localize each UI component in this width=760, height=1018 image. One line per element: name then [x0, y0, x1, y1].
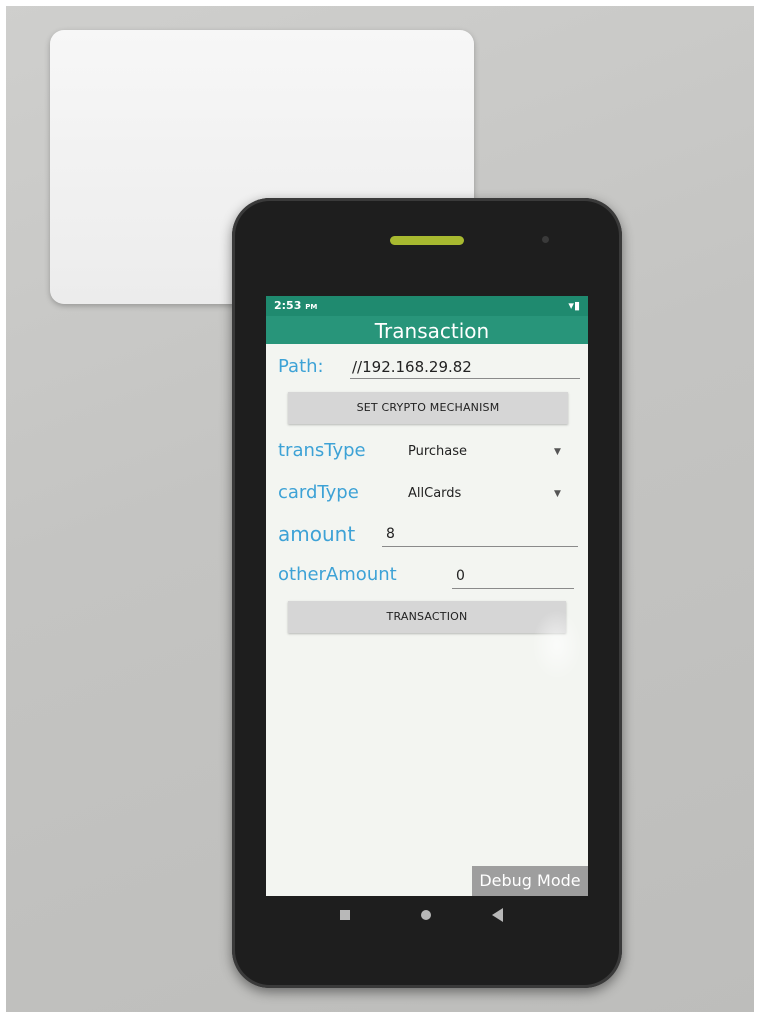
earpiece-speaker — [390, 236, 464, 245]
card-type-dropdown-arrow-icon[interactable]: ▼ — [554, 489, 561, 499]
trans-type-spinner[interactable]: Purchase — [408, 444, 467, 459]
transaction-button[interactable]: TRANSACTION — [288, 601, 566, 633]
page-title: Transaction — [374, 319, 490, 343]
trans-type-dropdown-arrow-icon[interactable]: ▼ — [554, 447, 561, 457]
debug-mode-button[interactable]: Debug Mode — [472, 866, 588, 896]
status-time: 2:53 PM — [274, 299, 318, 312]
set-crypto-mechanism-button[interactable]: SET CRYPTO MECHANISM — [288, 392, 568, 424]
wifi-battery-icon: ▾▮ — [568, 299, 580, 312]
square-icon[interactable] — [340, 910, 350, 920]
other-amount-input-underline — [452, 588, 574, 589]
front-camera-icon — [542, 236, 549, 243]
amount-input-underline — [382, 546, 578, 547]
trans-type-label: transType — [278, 440, 366, 461]
card-type-spinner[interactable]: AllCards — [408, 486, 461, 501]
card-type-label: cardType — [278, 482, 359, 503]
circle-icon[interactable] — [421, 910, 431, 920]
status-bar: 2:53 PM ▾▮ — [266, 296, 588, 316]
back-triangle-icon[interactable] — [492, 908, 503, 922]
app-bar: Transaction — [266, 316, 588, 344]
screen-glare — [532, 610, 582, 680]
amount-label: amount — [278, 522, 356, 546]
other-amount-input[interactable]: 0 — [456, 568, 465, 584]
other-amount-label: otherAmount — [278, 564, 397, 585]
status-ampm: PM — [305, 303, 318, 311]
path-input[interactable]: //192.168.29.82 — [352, 358, 472, 376]
path-label: Path: — [278, 356, 324, 377]
path-input-underline — [350, 378, 580, 379]
amount-input[interactable]: 8 — [386, 526, 395, 542]
phone-screen: 2:53 PM ▾▮ Transaction Path: //192.168.2… — [266, 296, 588, 896]
phone-device: 2:53 PM ▾▮ Transaction Path: //192.168.2… — [232, 198, 622, 988]
